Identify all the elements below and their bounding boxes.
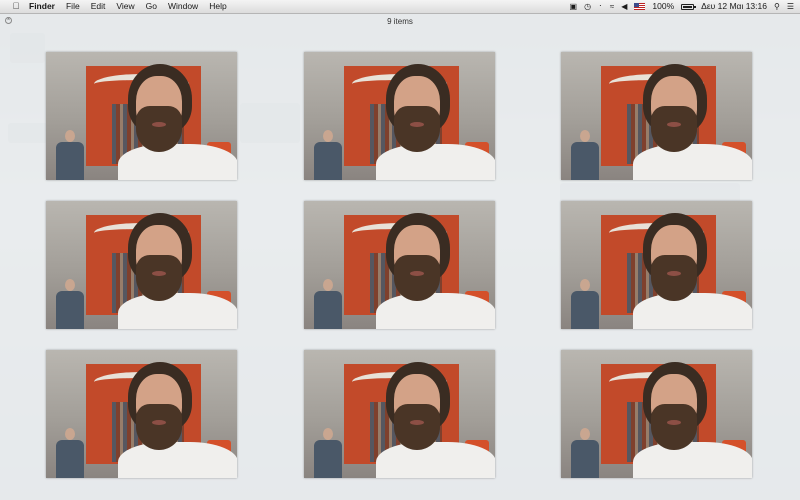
photo-detail [667, 122, 681, 127]
photo-detail [376, 213, 495, 329]
photo-thumbnail[interactable] [304, 52, 495, 180]
photo-detail [323, 130, 333, 142]
photo-detail [633, 144, 752, 180]
photo-detail [136, 106, 182, 152]
menu-go[interactable]: Go [146, 0, 157, 13]
status-area: ▣ ◷ ᛫ ≈ ◀ 100% Δευ 12 Μαι 13:16 ⚲ ☰ [570, 0, 795, 13]
photo-detail [65, 428, 75, 440]
photo-detail [651, 106, 697, 152]
photo-detail [580, 279, 590, 291]
photo-detail [394, 106, 440, 152]
photo-detail [118, 362, 237, 478]
photo-detail [633, 213, 752, 329]
photo-detail [118, 442, 237, 478]
photo-detail [323, 428, 333, 440]
photo-detail [152, 420, 166, 425]
photo-detail [580, 130, 590, 142]
menu-bar:  Finder File Edit View Go Window Help ▣… [0, 0, 800, 14]
photo-detail [314, 291, 342, 329]
photo-detail [376, 362, 495, 478]
photo-detail [571, 291, 599, 329]
quick-look-index-sheet: × 9 items [0, 13, 800, 500]
photo-detail [56, 440, 84, 478]
photo-detail [376, 442, 495, 478]
time-machine-icon[interactable]: ◷ [584, 0, 591, 13]
photo-detail [152, 271, 166, 276]
photo-detail [314, 130, 342, 180]
photo-detail [65, 279, 75, 291]
photo-thumbnail[interactable] [561, 52, 752, 180]
photo-detail [56, 279, 84, 329]
photo-detail [314, 440, 342, 478]
photo-detail [667, 420, 681, 425]
photo-detail [118, 144, 237, 180]
photo-detail [314, 142, 342, 180]
volume-icon[interactable]: ◀ [621, 0, 627, 13]
photo-detail [571, 142, 599, 180]
photo-detail [376, 64, 495, 180]
photo-detail [571, 428, 599, 478]
photo-detail [56, 428, 84, 478]
menu-finder[interactable]: Finder [29, 0, 55, 13]
battery-fill [683, 5, 693, 8]
photo-detail [394, 404, 440, 450]
photo-thumbnail[interactable] [46, 350, 237, 478]
photo-detail [65, 130, 75, 142]
photo-detail [410, 122, 424, 127]
photo-detail [118, 64, 237, 180]
photo-detail [56, 142, 84, 180]
photo-detail [118, 293, 237, 329]
photo-detail [323, 279, 333, 291]
photo-detail [633, 64, 752, 180]
photo-detail [571, 440, 599, 478]
menu-file[interactable]: File [66, 0, 80, 13]
photo-detail [136, 404, 182, 450]
photo-detail [571, 279, 599, 329]
menu-window[interactable]: Window [168, 0, 198, 13]
photo-detail [152, 122, 166, 127]
menu-help[interactable]: Help [209, 0, 226, 13]
bluetooth-icon[interactable]: ᛫ [598, 0, 603, 13]
display-icon[interactable]: ▣ [570, 0, 578, 13]
photo-detail [580, 428, 590, 440]
list-icon[interactable]: ☰ [787, 0, 794, 13]
photo-thumbnail[interactable] [561, 350, 752, 478]
photo-detail [118, 213, 237, 329]
photo-detail [633, 442, 752, 478]
photo-detail [633, 362, 752, 478]
photo-thumbnail[interactable] [46, 201, 237, 329]
menu-view[interactable]: View [116, 0, 134, 13]
item-count: 9 items [387, 17, 413, 26]
photo-detail [651, 404, 697, 450]
apple-icon[interactable]:  [11, 0, 21, 13]
photo-detail [376, 293, 495, 329]
photo-detail [376, 144, 495, 180]
photo-detail [314, 428, 342, 478]
photo-detail [56, 291, 84, 329]
photo-detail [651, 255, 697, 301]
photo-detail [667, 271, 681, 276]
wifi-icon[interactable]: ≈ [610, 0, 614, 13]
photo-detail [633, 293, 752, 329]
photo-thumbnail[interactable] [561, 201, 752, 329]
photo-detail [571, 130, 599, 180]
photo-thumbnail[interactable] [46, 52, 237, 180]
photo-detail [410, 420, 424, 425]
us-flag-icon[interactable] [634, 3, 646, 10]
photo-detail [56, 130, 84, 180]
menu-edit[interactable]: Edit [91, 0, 106, 13]
photo-thumbnail[interactable] [304, 350, 495, 478]
photo-detail [314, 279, 342, 329]
photo-detail [136, 255, 182, 301]
photo-thumbnail[interactable] [304, 201, 495, 329]
search-icon[interactable]: ⚲ [774, 0, 780, 13]
battery-icon[interactable] [681, 3, 697, 10]
battery-percent[interactable]: 100% [652, 0, 674, 13]
clock[interactable]: Δευ 12 Μαι 13:16 [701, 0, 767, 13]
photo-detail [394, 255, 440, 301]
photo-detail [410, 271, 424, 276]
